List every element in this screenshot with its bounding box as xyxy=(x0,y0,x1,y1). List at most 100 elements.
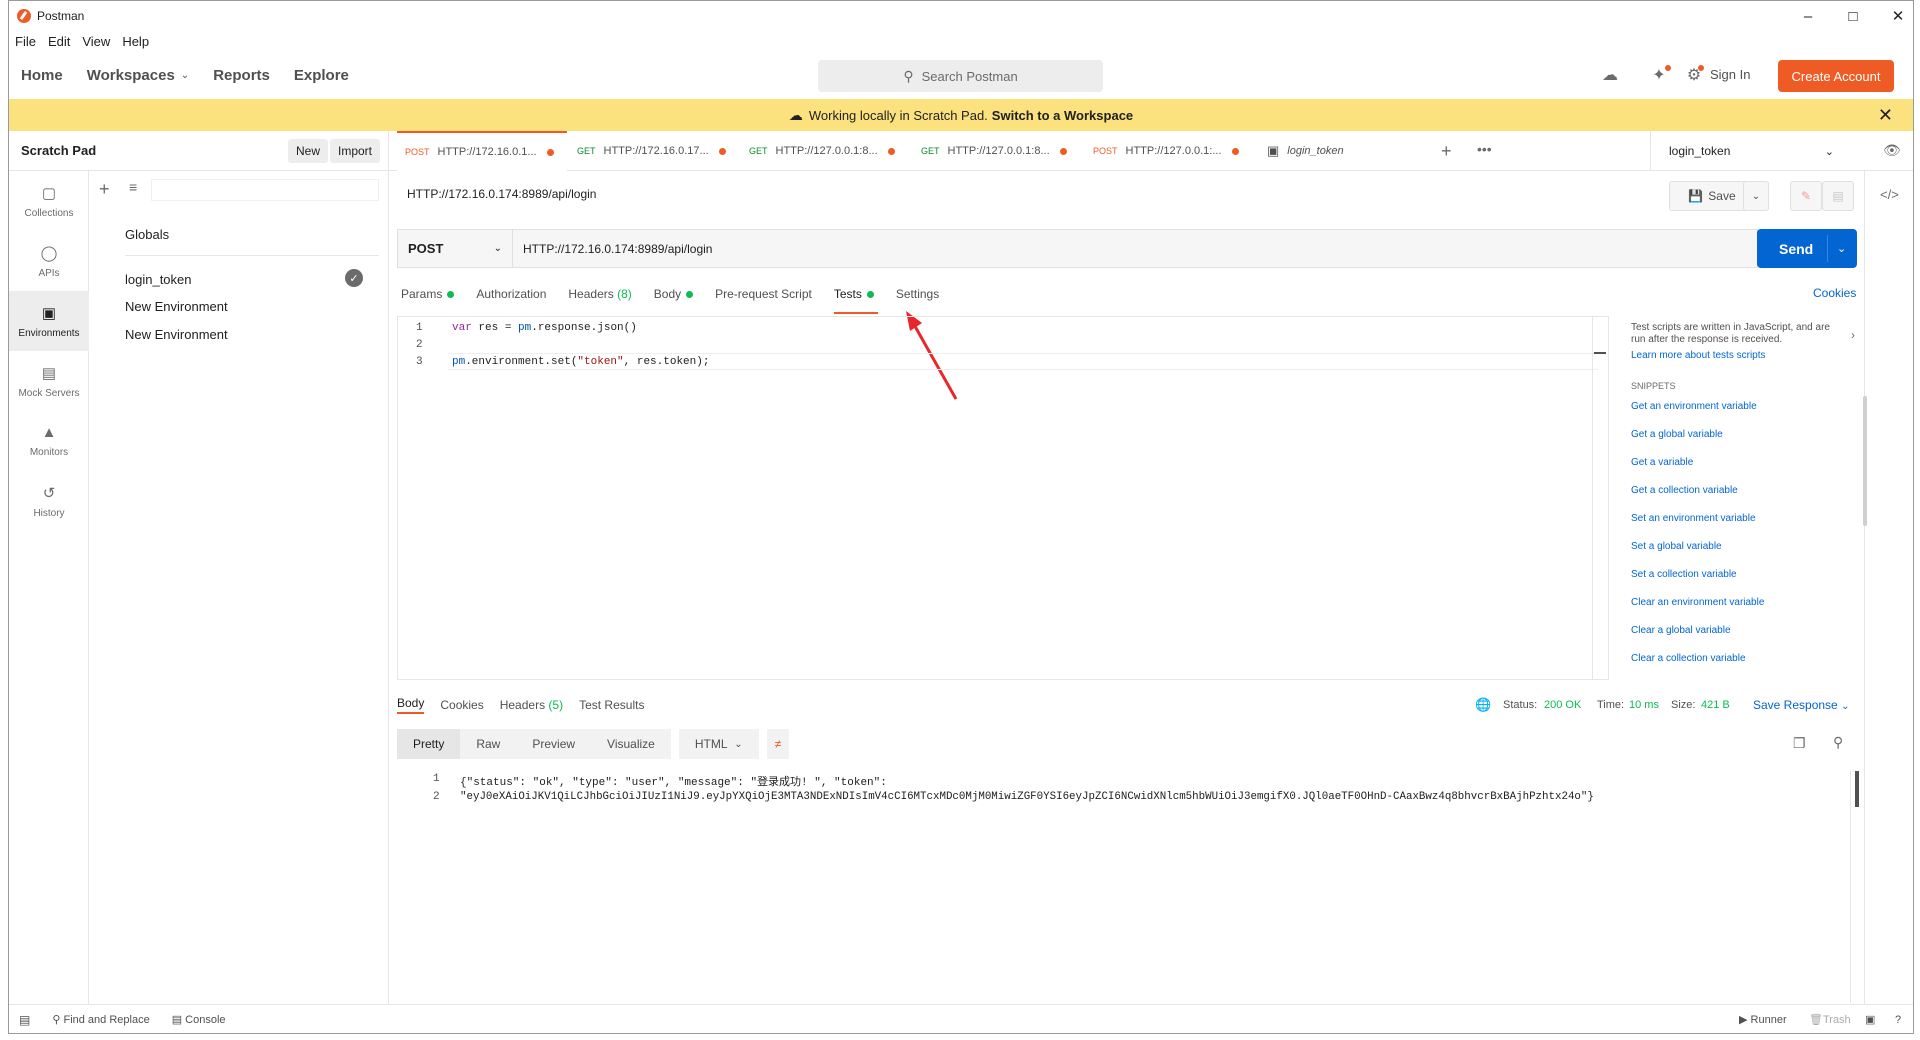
nav-home[interactable]: Home xyxy=(21,67,63,84)
editor-scrollbar[interactable] xyxy=(1592,317,1608,679)
console-button[interactable]: ▤ Console xyxy=(172,1013,226,1026)
rail-monitors[interactable]: ▲ Monitors xyxy=(9,411,89,471)
tests-script-editor[interactable]: 1 2 3 var res = pm.response.json() pm.en… xyxy=(397,316,1609,680)
response-tab-headers[interactable]: Headers (5) xyxy=(500,698,563,712)
request-tab[interactable]: GET HTTP://127.0.0.1:8... xyxy=(749,131,919,171)
minimize-button[interactable]: – xyxy=(1785,1,1831,31)
menu-view[interactable]: View xyxy=(82,34,110,49)
rail-mock-servers[interactable]: ▤ Mock Servers xyxy=(9,351,89,411)
tab-authorization[interactable]: Authorization xyxy=(476,284,546,304)
import-button[interactable]: Import xyxy=(330,139,381,163)
trash-button[interactable]: 🗑Trash xyxy=(1809,1013,1851,1026)
tab-body[interactable]: Body xyxy=(654,284,694,304)
layout-icon[interactable]: ▣ xyxy=(1865,1013,1875,1026)
environment-selector[interactable]: login_token ⌄ xyxy=(1650,131,1850,171)
sign-in-link[interactable]: Sign In xyxy=(1710,67,1750,82)
edit-button[interactable]: ✎ xyxy=(1790,181,1822,211)
send-button[interactable]: Send ⌄ xyxy=(1757,229,1857,268)
request-tab[interactable]: GET HTTP://172.16.0.17... xyxy=(577,131,747,171)
method-badge: POST xyxy=(1093,146,1118,156)
globe-icon[interactable]: 🌐 xyxy=(1475,697,1491,713)
learn-more-link[interactable]: Learn more about tests scripts xyxy=(1631,350,1766,361)
save-response-button[interactable]: Save Response ⌄ xyxy=(1753,698,1849,712)
switch-workspace-link[interactable]: Switch to a Workspace xyxy=(992,108,1133,123)
more-tabs-icon[interactable]: ••• xyxy=(1477,141,1492,157)
close-icon[interactable]: ✕ xyxy=(1878,105,1893,126)
close-window-button[interactable]: ✕ xyxy=(1875,1,1913,31)
add-icon[interactable]: + xyxy=(99,179,110,200)
snippets-scrollbar[interactable] xyxy=(1863,396,1867,526)
request-tab[interactable]: POST HTTP://127.0.0.1:... xyxy=(1093,131,1263,171)
snippet-item[interactable]: Get a collection variable xyxy=(1631,485,1738,496)
sidebar-toggle-icon[interactable]: ▤ xyxy=(19,1013,30,1027)
chevron-right-icon[interactable]: › xyxy=(1851,328,1855,342)
create-account-button[interactable]: Create Account xyxy=(1778,60,1894,92)
chevron-down-icon[interactable]: ⌄ xyxy=(1837,242,1846,255)
search-box[interactable]: ⚲ Search Postman xyxy=(818,60,1103,92)
help-icon[interactable]: ? xyxy=(1895,1014,1901,1026)
save-options-button[interactable]: ⌄ xyxy=(1743,181,1769,211)
tab-settings[interactable]: Settings xyxy=(896,284,939,304)
comments-button[interactable]: ▤ xyxy=(1822,181,1854,211)
menu-help[interactable]: Help xyxy=(122,34,149,49)
response-body[interactable]: 1 2 {"status": "ok", "type": "user", "me… xyxy=(397,771,1865,1003)
method-select[interactable]: POST ⌄ xyxy=(397,229,513,268)
menu-edit[interactable]: Edit xyxy=(48,34,70,49)
snippet-item[interactable]: Set a global variable xyxy=(1631,541,1722,552)
snippet-item[interactable]: Set an environment variable xyxy=(1631,513,1756,524)
filter-icon[interactable]: ≡ xyxy=(129,179,137,195)
maximize-button[interactable]: □ xyxy=(1830,1,1876,31)
tab-headers[interactable]: Headers (8) xyxy=(568,284,631,304)
active-check-icon[interactable]: ✓ xyxy=(345,269,363,287)
cookies-link[interactable]: Cookies xyxy=(1813,286,1856,300)
env-item-new-environment[interactable]: New Environment xyxy=(125,327,228,342)
env-item-login-token[interactable]: login_token xyxy=(125,272,192,287)
request-tab[interactable]: GET HTTP://127.0.0.1:8... xyxy=(921,131,1091,171)
view-raw[interactable]: Raw xyxy=(460,729,517,759)
nav-workspaces[interactable]: Workspaces ⌄ xyxy=(87,67,190,84)
snippet-item[interactable]: Get a variable xyxy=(1631,457,1693,468)
cloud-sync-icon[interactable]: ☁ xyxy=(1599,64,1621,86)
format-select[interactable]: HTML ⌄ xyxy=(678,729,759,759)
search-icon[interactable]: ⚲ xyxy=(1833,734,1843,751)
copy-icon[interactable]: ❐ xyxy=(1793,735,1806,752)
response-tab-test-results[interactable]: Test Results xyxy=(579,698,644,712)
trash-label: Trash xyxy=(1822,1014,1851,1026)
nav-explore[interactable]: Explore xyxy=(294,67,349,84)
environment-tab[interactable]: ▣ login_token xyxy=(1267,131,1437,171)
response-scroll-thumb[interactable] xyxy=(1855,771,1859,807)
new-tab-icon[interactable]: + xyxy=(1441,141,1452,162)
response-scrollbar[interactable] xyxy=(1850,771,1851,1003)
view-preview[interactable]: Preview xyxy=(516,729,592,759)
snippet-item[interactable]: Clear a collection variable xyxy=(1631,653,1746,664)
code-snippet-icon[interactable]: </> xyxy=(1880,187,1899,202)
tab-params[interactable]: Params xyxy=(401,284,455,304)
new-button[interactable]: New xyxy=(288,139,329,163)
menu-file[interactable]: File xyxy=(15,34,36,49)
tab-pre-request-script[interactable]: Pre-request Script xyxy=(715,284,812,304)
tab-tests[interactable]: Tests xyxy=(833,284,878,314)
find-replace-button[interactable]: ⚲ Find and Replace xyxy=(52,1013,149,1026)
response-tab-body[interactable]: Body xyxy=(397,696,425,714)
wrap-lines-icon[interactable]: ≠ xyxy=(766,729,790,759)
eye-icon[interactable]: 👁 xyxy=(1883,142,1901,159)
request-tab[interactable]: POST HTTP://172.16.0.1... xyxy=(397,131,567,171)
nav-reports[interactable]: Reports xyxy=(213,67,270,84)
rail-environments[interactable]: ▣ Environments xyxy=(9,291,89,351)
globals-item[interactable]: Globals xyxy=(125,227,169,242)
snippet-item[interactable]: Clear an environment variable xyxy=(1631,597,1764,608)
view-visualize[interactable]: Visualize xyxy=(591,729,671,759)
env-item-new-environment[interactable]: New Environment xyxy=(125,299,228,314)
rail-collections[interactable]: ▢ Collections xyxy=(9,171,89,231)
runner-button[interactable]: ▶ Runner xyxy=(1739,1013,1787,1026)
filter-input[interactable] xyxy=(151,179,379,201)
rail-history[interactable]: ↺ History xyxy=(9,471,89,531)
response-tab-cookies[interactable]: Cookies xyxy=(440,698,483,712)
snippet-item[interactable]: Clear a global variable xyxy=(1631,625,1731,636)
rail-apis[interactable]: ◯ APIs xyxy=(9,231,89,291)
snippet-item[interactable]: Get a global variable xyxy=(1631,429,1723,440)
url-input[interactable]: HTTP://172.16.0.174:8989/api/login xyxy=(513,229,1758,268)
snippet-item[interactable]: Set a collection variable xyxy=(1631,569,1737,580)
snippet-item[interactable]: Get an environment variable xyxy=(1631,401,1757,412)
view-pretty[interactable]: Pretty xyxy=(397,729,461,759)
